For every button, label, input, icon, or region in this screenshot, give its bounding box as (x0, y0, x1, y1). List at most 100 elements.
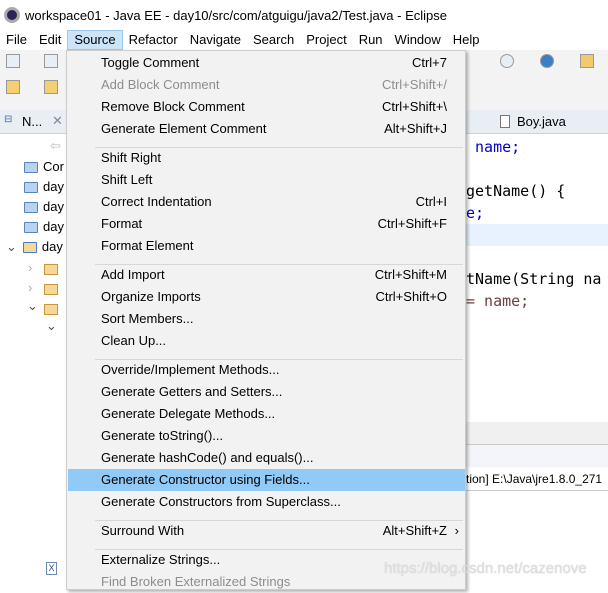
menu-item-remove-block-comment[interactable]: Remove Block Comment Ctrl+Shift+\ (68, 96, 465, 118)
menu-item-label: Externalize Strings... (101, 552, 221, 567)
menu-item-add-block-comment[interactable]: Add Block Comment Ctrl+Shift+/ (68, 74, 465, 96)
chevron-down-icon[interactable]: ⌄ (6, 239, 17, 254)
menu-help[interactable]: Help (447, 30, 486, 50)
menu-item-label: Shift Right (101, 150, 161, 165)
menu-refactor[interactable]: Refactor (123, 30, 184, 50)
code-line: = name; (466, 292, 530, 310)
menu-run[interactable]: Run (353, 30, 389, 50)
menu-item-label: Shift Left (101, 172, 153, 187)
folder-icon (44, 264, 58, 275)
title-bar: workspace01 - Java EE - day10/src/com/at… (0, 0, 608, 30)
menu-item-generate-getters-and-setters[interactable]: Generate Getters and Setters... (68, 381, 465, 403)
menu-file[interactable]: File (0, 30, 33, 50)
menu-item-format[interactable]: Format Ctrl+Shift+F (68, 213, 465, 235)
open-type-icon[interactable] (580, 54, 594, 68)
menu-project[interactable]: Project (300, 30, 352, 50)
save-icon[interactable] (44, 54, 58, 68)
menu-search[interactable]: Search (247, 30, 300, 50)
menu-item-add-import[interactable]: Add Import Ctrl+Shift+M (68, 264, 465, 286)
menu-item-shift-left[interactable]: Shift Left (68, 169, 465, 191)
menu-item-generate-delegate-methods[interactable]: Generate Delegate Methods... (68, 403, 465, 425)
close-icon[interactable]: ✕ (52, 113, 63, 129)
menu-item-shortcut: Ctrl+Shift+O (375, 289, 447, 304)
menu-item-correct-indentation[interactable]: Correct Indentation Ctrl+I (68, 191, 465, 213)
chevron-right-icon[interactable]: › (28, 280, 32, 295)
menu-window[interactable]: Window (389, 30, 447, 50)
open-project-icon (22, 242, 37, 254)
menu-item-sort-members[interactable]: Sort Members... (68, 308, 465, 330)
java-file-icon (500, 115, 510, 128)
code-editor[interactable]: name; getName() { e; tName(String na = n… (466, 134, 608, 444)
tree-item[interactable]: day (24, 199, 64, 214)
menu-navigate[interactable]: Navigate (184, 30, 247, 50)
watermark: https://blog.csdn.net/cazenove (384, 560, 587, 577)
menu-item-label: Generate Getters and Setters... (101, 384, 283, 399)
code-line: name; (466, 138, 521, 156)
code-line: tName(String na (466, 270, 602, 288)
menu-item-label: Generate toString()... (101, 428, 224, 443)
menu-item-organize-imports[interactable]: Organize Imports Ctrl+Shift+O (68, 286, 465, 308)
chevron-down-icon[interactable]: ⌄ (27, 298, 38, 314)
menu-item-label: Clean Up... (101, 333, 167, 348)
source-menu: Toggle Comment Ctrl+7 Add Block Comment Ctr… (66, 50, 466, 590)
menu-item-shortcut: Ctrl+Shift+/ (381, 77, 447, 92)
eclipse-logo-icon (4, 7, 20, 23)
menu-item-generate-tostring[interactable]: Generate toString()... (68, 425, 465, 447)
tab-boy-java[interactable]: Boy.java (517, 114, 566, 129)
menu-item-generate-constructors-from-superclass[interactable]: Generate Constructors from Superclass... (68, 491, 465, 513)
menu-item-override-implement-methods[interactable]: Override/Implement Methods... (68, 359, 465, 381)
menu-item-shortcut: Ctrl+Shift+M (374, 267, 447, 282)
back-icon[interactable]: ⇦ (50, 138, 61, 154)
navigator-icon: ⊟ (4, 114, 13, 125)
menu-item-generate-constructor-using-fields[interactable]: Generate Constructor using Fields... (68, 469, 465, 491)
new-icon[interactable] (6, 54, 20, 68)
menu-item-generate-hashcode-and-equals[interactable]: Generate hashCode() and equals()... (68, 447, 465, 469)
xml-file-icon: X (46, 562, 57, 575)
menu-item-generate-element-comment[interactable]: Generate Element Comment Alt+Shift+J (68, 118, 465, 140)
menu-item-label: Generate hashCode() and equals()... (101, 450, 314, 465)
menu-source[interactable]: Source (67, 30, 123, 50)
menu-item-clean-up[interactable]: Clean Up... (68, 330, 465, 352)
submenu-arrow-icon: › (454, 523, 459, 538)
menu-item-label: Toggle Comment (101, 55, 200, 70)
menu-item-label: Correct Indentation (101, 194, 212, 209)
window-title: workspace01 - Java EE - day10/src/com/at… (25, 7, 447, 23)
menu-item-label: Format Element (101, 238, 194, 253)
scrollbar[interactable] (466, 422, 608, 444)
tree-item[interactable]: day (24, 179, 64, 194)
console-status: tion] E:\Java\jre1.8.0_271 (466, 467, 608, 491)
tree-item[interactable]: day (24, 219, 64, 234)
chevron-down-icon[interactable]: ⌄ (46, 318, 57, 334)
folder-icon (44, 304, 58, 315)
project-icon (24, 182, 38, 194)
next-annotation-icon[interactable] (6, 80, 20, 94)
menu-item-toggle-comment[interactable]: Toggle Comment Ctrl+7 (68, 52, 465, 74)
project-icon (24, 202, 38, 214)
menu-item-surround-with[interactable]: Surround With Alt+Shift+Z › (68, 520, 465, 542)
menu-bar: File Edit Source Refactor Navigate Search Proj… (0, 30, 608, 50)
menu-item-label: Generate Constructor using Fields... (101, 472, 310, 487)
folder-icon (44, 284, 58, 295)
menu-item-format-element[interactable]: Format Element (68, 235, 465, 257)
tab-navigator[interactable]: N... (22, 114, 42, 129)
server-icon[interactable] (540, 54, 554, 68)
menu-item-label: Find Broken Externalized Strings (101, 574, 291, 589)
chevron-right-icon[interactable]: › (28, 260, 32, 275)
menu-item-label: Format (101, 216, 143, 231)
menu-edit[interactable]: Edit (33, 30, 67, 50)
menu-item-shortcut: Ctrl+7 (411, 55, 447, 70)
tree-item[interactable]: ⌄ day (6, 239, 63, 255)
menu-item-label: Surround With (101, 523, 185, 538)
menu-item-label: Organize Imports (101, 289, 201, 304)
code-line: e; (466, 204, 485, 222)
web-service-icon[interactable] (500, 54, 514, 68)
menu-item-label: Override/Implement Methods... (101, 362, 280, 377)
menu-item-shift-right[interactable]: Shift Right (68, 147, 465, 169)
menu-item-shortcut: Alt+Shift+Z (382, 523, 447, 538)
project-icon (24, 162, 38, 174)
menu-item-label: Generate Delegate Methods... (101, 406, 276, 421)
tree-item[interactable]: Cor (24, 159, 64, 174)
previous-annotation-icon[interactable] (44, 80, 58, 94)
current-line-highlight (466, 224, 608, 246)
menu-item-shortcut: Ctrl+I (415, 194, 447, 209)
